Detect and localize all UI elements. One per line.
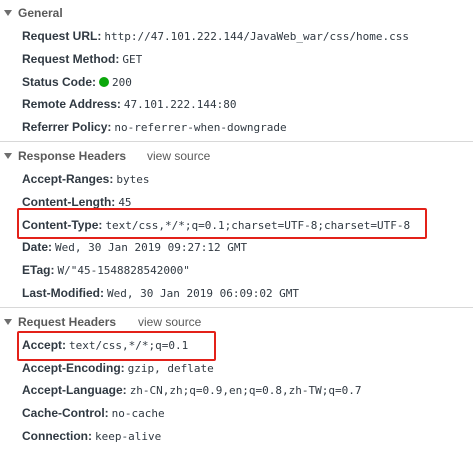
header-row-content-type: Content-Type: text/css,*/*;q=0.1;charset=… bbox=[0, 214, 473, 237]
header-value: 47.101.222.144:80 bbox=[123, 98, 237, 112]
header-row-remote-address: Remote Address: 47.101.222.144:80 bbox=[0, 93, 473, 116]
header-row-request-method: Request Method: GET bbox=[0, 48, 473, 71]
request-headers-header[interactable]: Request Headers view source bbox=[0, 310, 473, 334]
header-key: ETag: bbox=[22, 263, 55, 278]
header-row-status-code: Status Code: 200 bbox=[0, 71, 473, 94]
collapse-arrow-icon[interactable] bbox=[4, 318, 12, 325]
header-value: text/css,*/*;q=0.1 bbox=[69, 338, 189, 352]
response-headers-title: Response Headers bbox=[18, 148, 127, 163]
response-headers-section: Response Headers view source Accept-Rang… bbox=[0, 142, 473, 305]
header-row-accept-encoding: Accept-Encoding: gzip, deflate bbox=[0, 357, 473, 380]
header-key: Content-Length: bbox=[22, 194, 116, 209]
response-headers-header[interactable]: Response Headers view source bbox=[0, 144, 473, 168]
header-key: Request URL: bbox=[22, 29, 102, 43]
header-value: zh-CN,zh;q=0.9,en;q=0.8,zh-TW;q=0.7 bbox=[129, 384, 362, 398]
header-value: GET bbox=[122, 52, 143, 66]
header-key: Status Code: bbox=[22, 74, 97, 89]
header-value: no-referrer-when-downgrade bbox=[114, 121, 287, 135]
header-value: Wed, 30 Jan 2019 06:09:02 GMT bbox=[107, 286, 300, 300]
request-view-source-link[interactable]: view source bbox=[138, 310, 201, 334]
header-value: 45 bbox=[118, 195, 132, 209]
collapse-arrow-icon[interactable] bbox=[4, 152, 12, 159]
status-ok-icon bbox=[99, 76, 110, 87]
header-row-request-url: Request URL: http://47.101.222.144/JavaWe… bbox=[0, 25, 473, 48]
collapse-arrow-icon[interactable] bbox=[4, 10, 12, 16]
header-key: Accept-Encoding: bbox=[22, 360, 125, 375]
header-row-content-length: Content-Length: 45 bbox=[0, 191, 473, 214]
header-row-connection: Connection: keep-alive bbox=[0, 425, 473, 448]
header-key: Connection: bbox=[22, 428, 92, 443]
header-row-accept-language: Accept-Language: zh-CN,zh;q=0.9,en;q=0.8,… bbox=[0, 379, 473, 402]
general-title: General bbox=[18, 6, 63, 20]
header-key: Request Method: bbox=[22, 51, 120, 66]
header-key: Cache-Control: bbox=[22, 406, 109, 421]
header-value: Wed, 30 Jan 2019 09:27:12 GMT bbox=[55, 241, 248, 255]
header-key: Referrer Policy: bbox=[22, 120, 112, 135]
header-key: Content-Type: bbox=[22, 217, 103, 232]
header-value: http://47.101.222.144/JavaWeb_war/css/ho… bbox=[104, 30, 409, 43]
header-value: W/"45-1548828542000" bbox=[57, 264, 190, 278]
header-value: 200 bbox=[112, 75, 132, 89]
header-key: Accept: bbox=[22, 337, 67, 352]
header-key: Accept-Ranges: bbox=[22, 171, 114, 186]
header-key: Accept-Language: bbox=[22, 383, 127, 398]
header-row-etag: ETag: W/"45-1548828542000" bbox=[0, 259, 473, 282]
header-value: text/css,*/*;q=0.1;charset=UTF-8;charset… bbox=[105, 218, 411, 232]
general-header[interactable]: General bbox=[0, 1, 473, 25]
header-key: Remote Address: bbox=[22, 97, 121, 112]
request-headers-title: Request Headers bbox=[18, 314, 117, 329]
header-value: bytes bbox=[116, 172, 150, 186]
header-row-cache-control: Cache-Control: no-cache bbox=[0, 402, 473, 425]
header-row-accept: Accept: text/css,*/*;q=0.1 bbox=[0, 334, 473, 357]
header-row-accept-ranges: Accept-Ranges: bytes bbox=[0, 168, 473, 191]
header-key: Last-Modified: bbox=[22, 285, 104, 300]
header-row-referrer-policy: Referrer Policy: no-referrer-when-downgra… bbox=[0, 116, 473, 139]
header-row-date: Date: Wed, 30 Jan 2019 09:27:12 GMT bbox=[0, 236, 473, 259]
header-value: gzip, deflate bbox=[127, 361, 214, 375]
response-view-source-link[interactable]: view source bbox=[147, 144, 210, 168]
header-value: no-cache bbox=[111, 407, 165, 421]
header-row-last-modified: Last-Modified: Wed, 30 Jan 2019 06:09:02 … bbox=[0, 282, 473, 305]
general-section: General Request URL: http://47.101.222.14… bbox=[0, 0, 473, 139]
header-value: keep-alive bbox=[95, 429, 162, 443]
header-key: Date: bbox=[22, 240, 53, 255]
request-headers-section: Request Headers view source Accept: text/… bbox=[0, 308, 473, 448]
